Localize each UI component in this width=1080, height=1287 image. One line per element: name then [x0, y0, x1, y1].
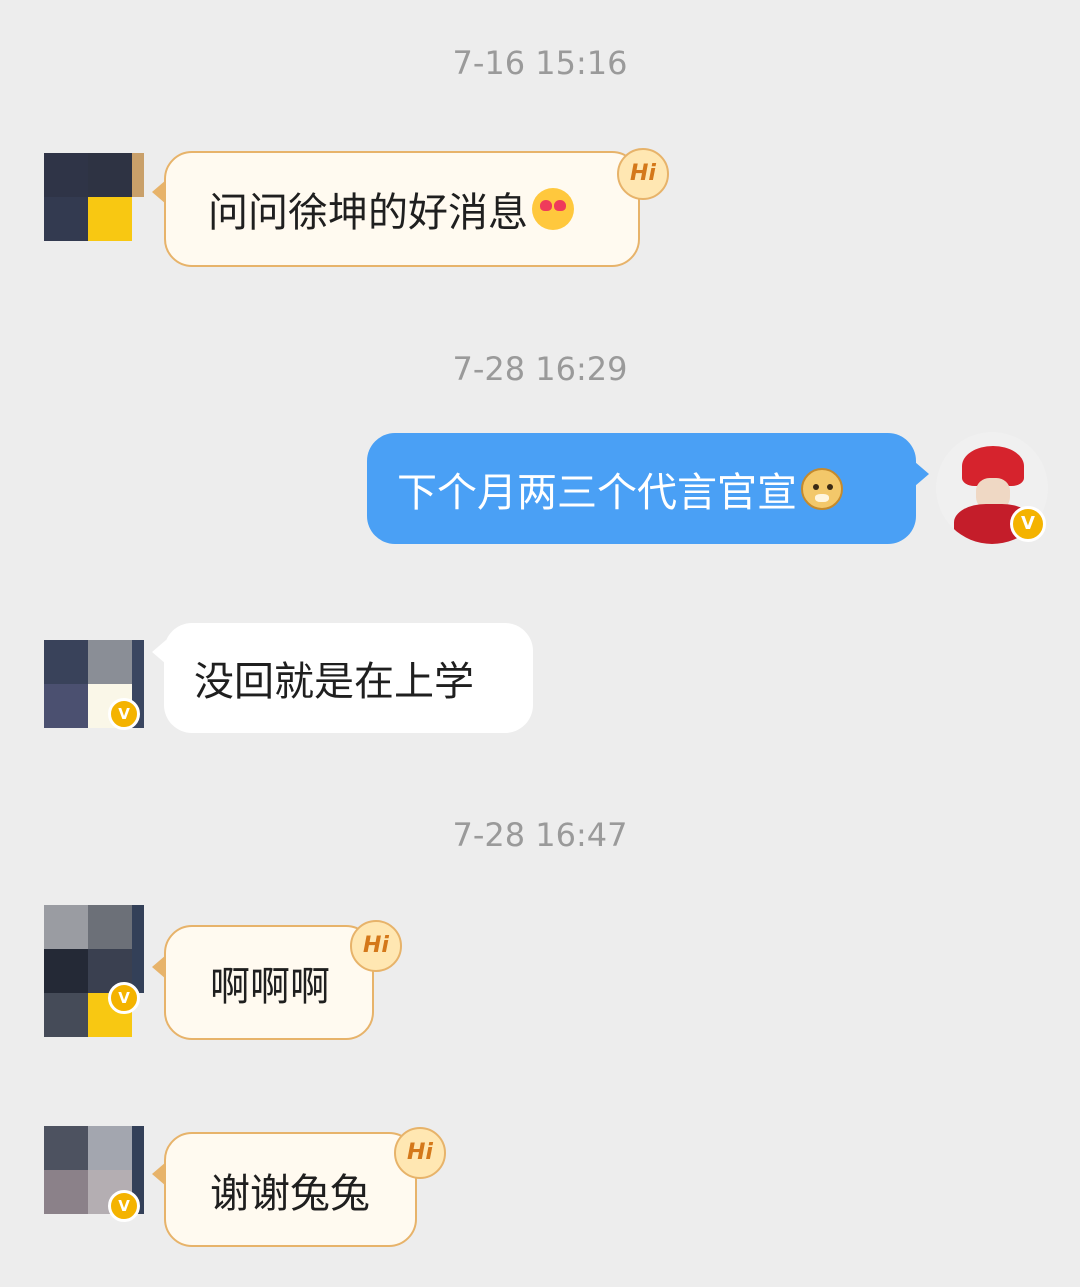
verified-badge-icon: V [108, 1190, 140, 1222]
timestamp: 7-28 16:29 [452, 350, 628, 388]
avatar[interactable] [44, 153, 144, 243]
verified-badge-icon: V [1010, 506, 1046, 542]
timestamp: 7-28 16:47 [452, 816, 628, 854]
heart-eyes-emoji [532, 188, 574, 230]
message-bubble[interactable]: 问问徐坤的好消息 [164, 151, 640, 267]
message-bubble[interactable]: 啊啊啊 [164, 925, 374, 1040]
verified-badge-icon: V [108, 698, 140, 730]
message-text: 啊啊啊 [210, 963, 330, 1010]
hi-tag-icon: Hi [350, 920, 402, 972]
hi-tag-icon: Hi [617, 148, 669, 200]
message-text: 下个月两三个代言官宣 [397, 469, 797, 516]
message-bubble[interactable]: 谢谢兔兔 [164, 1132, 417, 1247]
message-bubble[interactable]: 下个月两三个代言官宣 [367, 433, 916, 544]
timestamp: 7-16 15:16 [452, 44, 628, 82]
message-text: 没回就是在上学 [194, 659, 474, 705]
avatar[interactable] [44, 905, 144, 1037]
hi-tag-icon: Hi [394, 1127, 446, 1179]
verified-badge-icon: V [108, 982, 140, 1014]
message-text: 问问徐坤的好消息 [208, 190, 528, 236]
bubble-tail [915, 462, 929, 486]
message-bubble[interactable]: 没回就是在上学 [164, 623, 533, 733]
doge-emoji [801, 467, 843, 510]
message-text: 谢谢兔兔 [210, 1170, 370, 1217]
